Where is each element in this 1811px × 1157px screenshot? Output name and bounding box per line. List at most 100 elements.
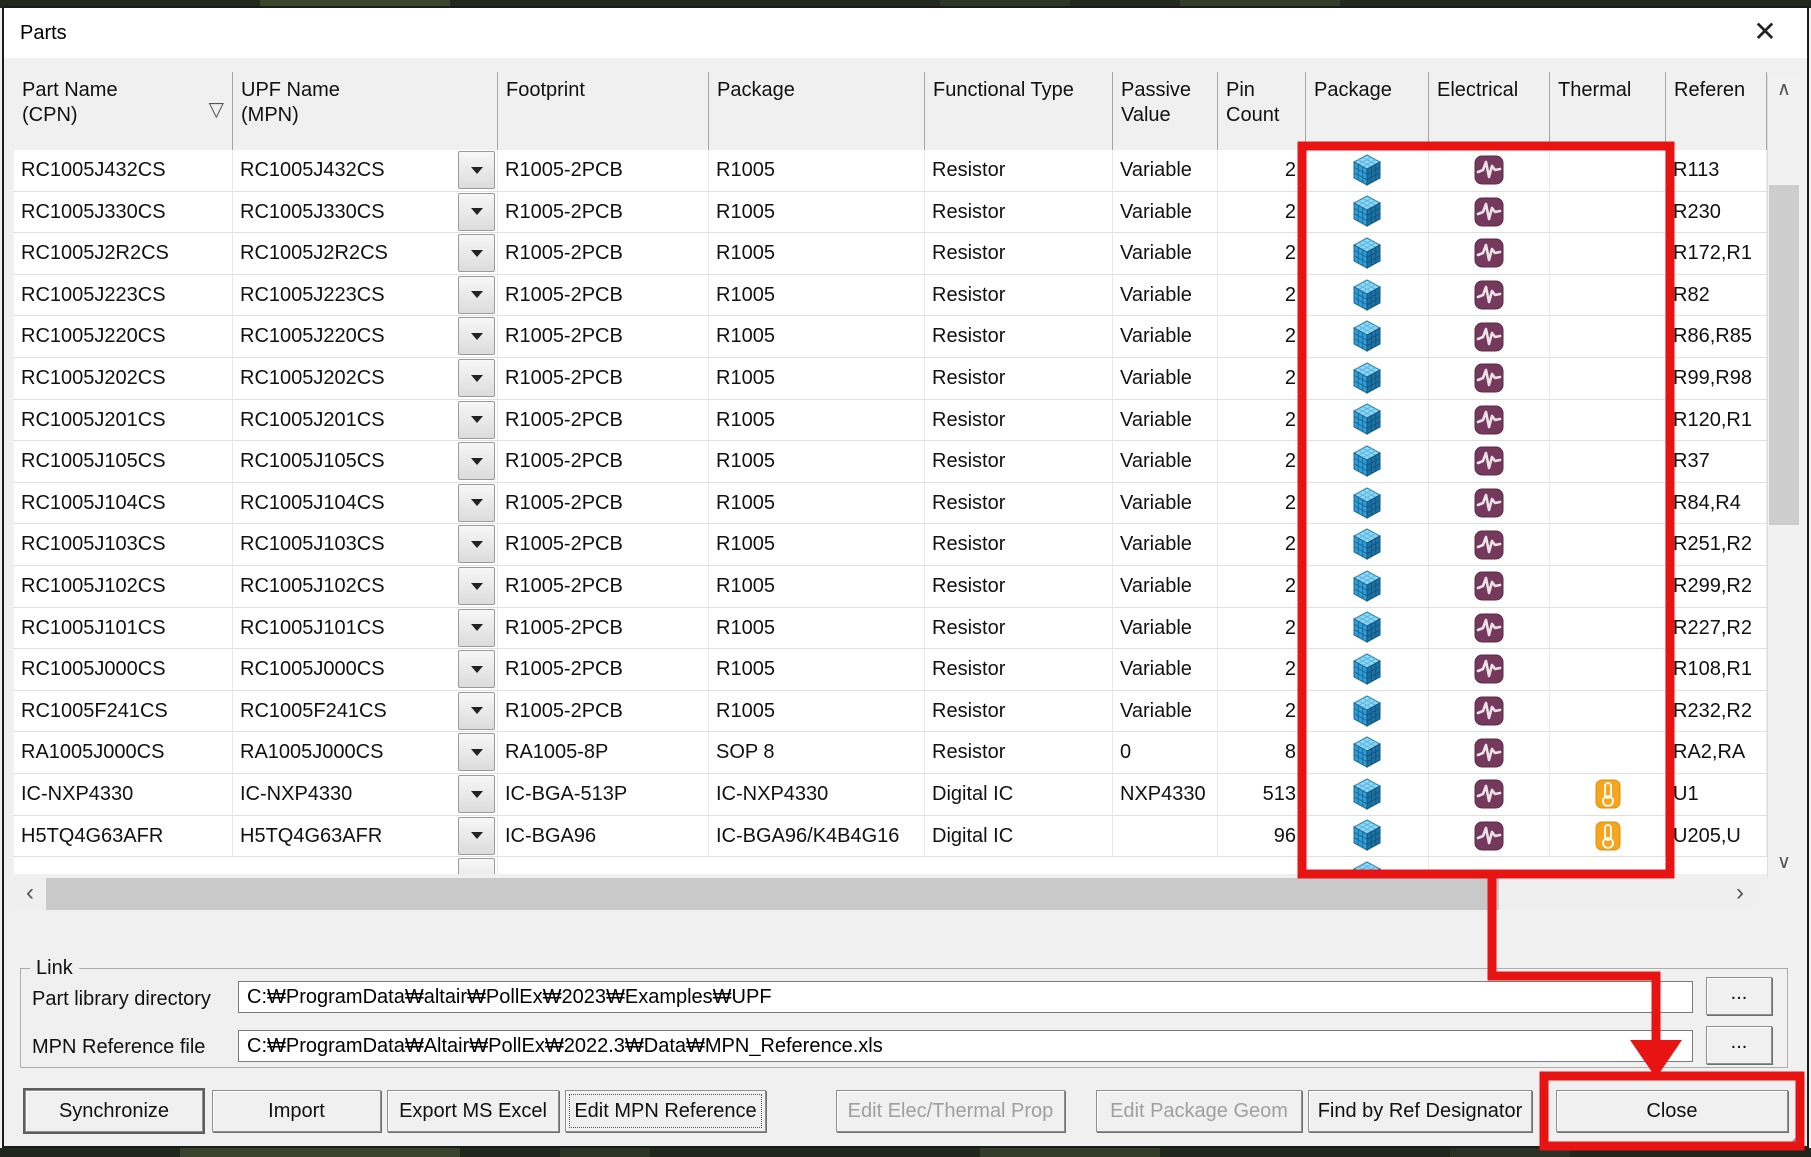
mpn-dropdown-button[interactable]	[458, 567, 495, 605]
table-header: Part Name (CPN)▽UPF Name (MPN)FootprintP…	[14, 72, 1767, 150]
find-by-ref-designator-button[interactable]: Find by Ref Designator	[1308, 1090, 1532, 1132]
table-row[interactable]: RC1005J330CSRC1005J330CSR1005-2PCBR1005R…	[14, 192, 1767, 234]
browse-mpn-reference-button[interactable]: ...	[1706, 1026, 1772, 1064]
electrical-icon	[1474, 821, 1504, 851]
cell-package: R1005	[709, 316, 925, 357]
chevron-down-icon	[471, 291, 483, 298]
cell-reference: R227,R2	[1666, 608, 1767, 649]
mpn-dropdown-button[interactable]	[458, 442, 495, 480]
cell-electrical_icon	[1429, 192, 1550, 233]
table-row[interactable]: RC1005J102CSRC1005J102CSR1005-2PCBR1005R…	[14, 566, 1767, 608]
scroll-right-icon[interactable]: ›	[1724, 878, 1756, 910]
electrical-icon	[1474, 280, 1504, 310]
mpn-dropdown-button[interactable]	[458, 151, 495, 189]
import-button[interactable]: Import	[212, 1090, 381, 1132]
table-row[interactable]: RC1005J220CSRC1005J220CSR1005-2PCBR1005R…	[14, 316, 1767, 358]
export-ms-excel-button[interactable]: Export MS Excel	[387, 1090, 559, 1132]
cell-reference: R82	[1666, 275, 1767, 316]
cell-footprint: R1005-2PCB	[498, 192, 709, 233]
mpn-dropdown-button[interactable]	[458, 193, 495, 231]
package-icon	[1352, 819, 1382, 852]
cell-functional_type: Digital IC	[925, 774, 1113, 815]
vertical-scroll-thumb[interactable]	[1769, 185, 1799, 525]
table-row-partial[interactable]	[14, 857, 1767, 874]
table-row[interactable]: H5TQ4G63AFRH5TQ4G63AFRIC-BGA96IC-BGA96/K…	[14, 816, 1767, 858]
column-header-footprint[interactable]: Footprint	[498, 72, 709, 150]
cell-package_icon	[1306, 857, 1429, 874]
mpn-dropdown-button[interactable]	[458, 775, 495, 813]
cell-reference: R86,R85	[1666, 316, 1767, 357]
browse-part-library-button[interactable]: ...	[1706, 977, 1772, 1015]
mpn-dropdown-button[interactable]	[458, 733, 495, 771]
package-icon	[1352, 279, 1382, 312]
package-icon	[1352, 861, 1382, 874]
package-icon	[1352, 778, 1382, 811]
synchronize-button[interactable]: Synchronize	[25, 1090, 203, 1132]
cell-functional_type: Resistor	[925, 649, 1113, 690]
mpn-dropdown-button[interactable]	[458, 234, 495, 272]
close-button[interactable]: Close	[1556, 1090, 1788, 1132]
close-icon[interactable]: ✕	[1743, 8, 1787, 58]
column-header-package_icon[interactable]: Package	[1306, 72, 1429, 150]
cell-package_icon	[1306, 816, 1429, 857]
mpn-dropdown-button[interactable]	[458, 401, 495, 439]
column-header-functional_type[interactable]: Functional Type	[925, 72, 1113, 150]
mpn-dropdown-button[interactable]	[458, 817, 495, 855]
table-row[interactable]: IC-NXP4330IC-NXP4330IC-BGA-513PIC-NXP433…	[14, 774, 1767, 816]
scroll-down-icon[interactable]: ∨	[1768, 848, 1800, 878]
cell-package_icon	[1306, 150, 1429, 191]
filter-icon[interactable]: ▽	[209, 98, 224, 123]
cell-electrical_icon	[1429, 275, 1550, 316]
mpn-dropdown-button[interactable]	[458, 276, 495, 314]
cell-electrical_icon	[1429, 441, 1550, 482]
mpn-reference-file-input[interactable]	[238, 1030, 1693, 1062]
mpn-dropdown-button[interactable]	[458, 484, 495, 522]
mpn-dropdown-button[interactable]	[458, 359, 495, 397]
column-header-passive_value[interactable]: Passive Value	[1113, 72, 1218, 150]
cell-functional_type: Resistor	[925, 483, 1113, 524]
table-row[interactable]: RC1005J202CSRC1005J202CSR1005-2PCBR1005R…	[14, 358, 1767, 400]
column-header-thermal_icon[interactable]: Thermal	[1550, 72, 1666, 150]
table-row[interactable]: RC1005J432CSRC1005J432CSR1005-2PCBR1005R…	[14, 150, 1767, 192]
table-row[interactable]: RC1005J104CSRC1005J104CSR1005-2PCBR1005R…	[14, 483, 1767, 525]
table-row[interactable]: RC1005J2R2CSRC1005J2R2CSR1005-2PCBR1005R…	[14, 233, 1767, 275]
horizontal-scroll-thumb[interactable]	[46, 878, 1499, 910]
vertical-scrollbar[interactable]: ∧ ∨	[1767, 75, 1800, 878]
column-header-reference[interactable]: Referen	[1666, 72, 1767, 150]
column-header-electrical_icon[interactable]: Electrical	[1429, 72, 1550, 150]
column-header-cpn[interactable]: Part Name (CPN)▽	[14, 72, 233, 150]
cell-reference: R113	[1666, 150, 1767, 191]
cell-electrical_icon	[1429, 691, 1550, 732]
electrical-icon	[1474, 322, 1504, 352]
table-row[interactable]: RC1005J101CSRC1005J101CSR1005-2PCBR1005R…	[14, 608, 1767, 650]
table-row[interactable]: RC1005J223CSRC1005J223CSR1005-2PCBR1005R…	[14, 275, 1767, 317]
column-header-package[interactable]: Package	[709, 72, 925, 150]
mpn-dropdown-button[interactable]	[458, 525, 495, 563]
table-row[interactable]: RC1005J103CSRC1005J103CSR1005-2PCBR1005R…	[14, 524, 1767, 566]
column-header-mpn[interactable]: UPF Name (MPN)	[233, 72, 498, 150]
column-header-pin_count[interactable]: Pin Count	[1218, 72, 1306, 150]
cell-package_icon	[1306, 691, 1429, 732]
scroll-up-icon[interactable]: ∧	[1768, 75, 1800, 105]
cell-thermal_icon	[1550, 275, 1666, 316]
cell-package_icon	[1306, 192, 1429, 233]
cell-electrical_icon	[1429, 483, 1550, 524]
table-row[interactable]: RC1005F241CSRC1005F241CSR1005-2PCBR1005R…	[14, 691, 1767, 733]
mpn-dropdown-button[interactable]	[458, 609, 495, 647]
table-row[interactable]: RC1005J105CSRC1005J105CSR1005-2PCBR1005R…	[14, 441, 1767, 483]
cell-package_icon	[1306, 774, 1429, 815]
cell-package_icon	[1306, 233, 1429, 274]
edit-mpn-reference-button[interactable]: Edit MPN Reference	[565, 1090, 766, 1132]
cell-passive_value	[1113, 816, 1218, 857]
mpn-dropdown-button[interactable]	[458, 317, 495, 355]
scroll-left-icon[interactable]: ‹	[14, 878, 46, 910]
mpn-dropdown-button[interactable]	[458, 858, 495, 874]
mpn-dropdown-button[interactable]	[458, 650, 495, 688]
table-row[interactable]: RC1005J000CSRC1005J000CSR1005-2PCBR1005R…	[14, 649, 1767, 691]
table-row[interactable]: RA1005J000CSRA1005J000CSRA1005-8PSOP 8Re…	[14, 732, 1767, 774]
part-library-directory-input[interactable]	[238, 981, 1693, 1013]
horizontal-scrollbar[interactable]: ‹ ›	[14, 878, 1756, 910]
package-icon	[1352, 653, 1382, 686]
table-row[interactable]: RC1005J201CSRC1005J201CSR1005-2PCBR1005R…	[14, 400, 1767, 442]
mpn-dropdown-button[interactable]	[458, 692, 495, 730]
